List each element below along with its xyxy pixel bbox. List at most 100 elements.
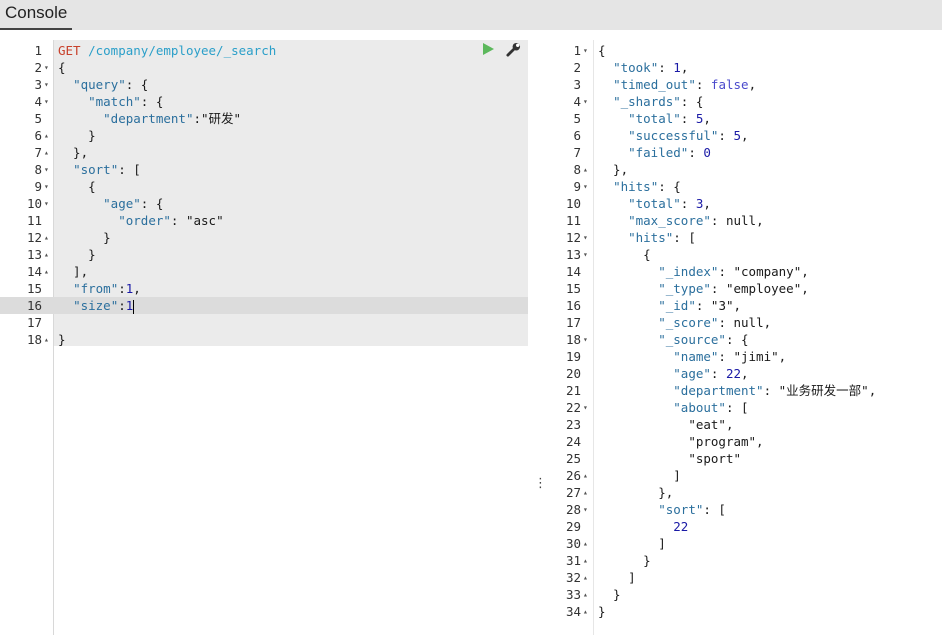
response-line[interactable]: 32 ▴ ] xyxy=(544,569,942,586)
request-line[interactable]: 5 "department":"研发" xyxy=(0,110,528,127)
request-line[interactable]: 1 GET /company/employee/_search xyxy=(0,42,528,59)
response-line[interactable]: 3 "timed_out": false, xyxy=(544,76,942,93)
fold-down-icon[interactable]: ▾ xyxy=(44,195,54,212)
fold-down-icon[interactable]: ▾ xyxy=(583,399,593,416)
request-line[interactable]: 15 "from":1, xyxy=(0,280,528,297)
response-line[interactable]: 28 ▾ "sort": [ xyxy=(544,501,942,518)
code-text: "timed_out": false, xyxy=(613,77,757,92)
response-line[interactable]: 25 "sport" xyxy=(544,450,942,467)
fold-up-icon[interactable]: ▴ xyxy=(583,161,593,178)
request-line[interactable]: 12 ▴ } xyxy=(0,229,528,246)
fold-up-icon[interactable]: ▴ xyxy=(583,467,593,484)
line-number: 12 xyxy=(26,230,42,245)
line-number: 20 xyxy=(565,366,581,381)
request-line[interactable]: 9 ▾ { xyxy=(0,178,528,195)
fold-up-icon[interactable]: ▴ xyxy=(583,552,593,569)
fold-up-icon[interactable]: ▴ xyxy=(44,246,54,263)
response-line[interactable]: 16 "_id": "3", xyxy=(544,297,942,314)
response-line[interactable]: 9 ▾ "hits": { xyxy=(544,178,942,195)
code-text: "total": 3, xyxy=(628,196,711,211)
response-line[interactable]: 15 "_type": "employee", xyxy=(544,280,942,297)
response-line[interactable]: 20 "age": 22, xyxy=(544,365,942,382)
response-line[interactable]: 27 ▴ }, xyxy=(544,484,942,501)
request-editor[interactable]: 1 GET /company/employee/_search 2 ▾{3 ▾ "que… xyxy=(0,40,528,635)
response-line[interactable]: 5 "total": 5, xyxy=(544,110,942,127)
fold-down-icon[interactable]: ▾ xyxy=(583,42,593,59)
fold-down-icon[interactable]: ▾ xyxy=(44,161,54,178)
request-line[interactable]: 13 ▴ } xyxy=(0,246,528,263)
fold-up-icon[interactable]: ▴ xyxy=(583,484,593,501)
code-text: "sort": [ xyxy=(73,162,141,177)
fold-up-icon[interactable]: ▴ xyxy=(583,603,593,620)
response-line[interactable]: 14 "_index": "company", xyxy=(544,263,942,280)
fold-down-icon[interactable]: ▾ xyxy=(583,501,593,518)
response-line[interactable]: 4 ▾ "_shards": { xyxy=(544,93,942,110)
request-line[interactable]: 7 ▴ }, xyxy=(0,144,528,161)
code-text: ] xyxy=(598,570,636,585)
response-line[interactable]: 33 ▴ } xyxy=(544,586,942,603)
fold-down-icon[interactable]: ▾ xyxy=(583,331,593,348)
response-line[interactable]: 10 "total": 3, xyxy=(544,195,942,212)
play-icon[interactable] xyxy=(481,42,495,56)
response-line[interactable]: 30 ▴ ] xyxy=(544,535,942,552)
request-line[interactable]: 18 ▴} xyxy=(0,331,528,348)
response-line[interactable]: 7 "failed": 0 xyxy=(544,144,942,161)
code-text: } xyxy=(58,128,96,143)
request-line[interactable]: 17 xyxy=(0,314,528,331)
fold-down-icon[interactable]: ▾ xyxy=(44,76,54,93)
fold-down-icon[interactable]: ▾ xyxy=(44,93,54,110)
response-line[interactable]: 23 "eat", xyxy=(544,416,942,433)
response-line[interactable]: 34 ▴} xyxy=(544,603,942,620)
fold-down-icon[interactable]: ▾ xyxy=(583,178,593,195)
response-line[interactable]: 19 "name": "jimi", xyxy=(544,348,942,365)
request-line[interactable]: 14 ▴ ], xyxy=(0,263,528,280)
response-line[interactable]: 26 ▴ ] xyxy=(544,467,942,484)
line-number: 18 xyxy=(26,332,42,347)
response-line[interactable]: 31 ▴ } xyxy=(544,552,942,569)
request-line[interactable]: 16 "size":1 xyxy=(0,297,528,314)
response-line[interactable]: 21 "department": "业务研发一部", xyxy=(544,382,942,399)
fold-up-icon[interactable]: ▴ xyxy=(583,535,593,552)
text-cursor xyxy=(133,299,135,314)
fold-up-icon[interactable]: ▴ xyxy=(44,263,54,280)
fold-down-icon[interactable]: ▾ xyxy=(583,246,593,263)
request-line[interactable]: 6 ▴ } xyxy=(0,127,528,144)
request-line[interactable]: 10 ▾ "age": { xyxy=(0,195,528,212)
fold-down-icon[interactable]: ▾ xyxy=(583,93,593,110)
response-line[interactable]: 2 "took": 1, xyxy=(544,59,942,76)
request-line[interactable]: 2 ▾ { xyxy=(0,59,528,76)
fold-up-icon[interactable]: ▴ xyxy=(44,331,54,348)
fold-down-icon[interactable]: ▾ xyxy=(583,229,593,246)
response-line[interactable]: 13 ▾ { xyxy=(544,246,942,263)
fold-up-icon[interactable]: ▴ xyxy=(44,144,54,161)
response-line[interactable]: 1 ▾ { xyxy=(544,42,942,59)
response-line[interactable]: 17 "_score": null, xyxy=(544,314,942,331)
wrench-icon[interactable] xyxy=(506,42,521,57)
fold-down-icon[interactable]: ▾ xyxy=(44,178,54,195)
fold-up-icon[interactable]: ▴ xyxy=(44,229,54,246)
response-line[interactable]: 22 ▾ "about": [ xyxy=(544,399,942,416)
response-line[interactable]: 12 ▾ "hits": [ xyxy=(544,229,942,246)
fold-down-icon[interactable]: ▾ xyxy=(44,59,54,76)
fold-up-icon[interactable]: ▴ xyxy=(44,127,54,144)
fold-up-icon[interactable]: ▴ xyxy=(583,586,593,603)
fold-up-icon[interactable]: ▴ xyxy=(583,569,593,586)
code-text: "department":"研发" xyxy=(103,111,242,126)
request-line[interactable]: 11 "order": "asc" xyxy=(0,212,528,229)
line-number: 21 xyxy=(565,383,581,398)
response-line[interactable]: 24 "program", xyxy=(544,433,942,450)
request-line[interactable]: 4 ▾ "match": { xyxy=(0,93,528,110)
response-line[interactable]: 8 ▴ }, xyxy=(544,161,942,178)
request-line[interactable]: 3 ▾ "query": { xyxy=(0,76,528,93)
line-number: 3 xyxy=(34,77,42,92)
response-line[interactable]: 6 "successful": 5, xyxy=(544,127,942,144)
response-viewer[interactable]: 1 ▾{2 "took": 1, 3 "timed_out": false, 4 ▾ "… xyxy=(544,40,942,635)
response-line[interactable]: 11 "max_score": null, xyxy=(544,212,942,229)
pane-divider[interactable] xyxy=(528,30,544,635)
response-line[interactable]: 29 22 xyxy=(544,518,942,535)
request-line[interactable]: 8 ▾ "sort": [ xyxy=(0,161,528,178)
tab-console[interactable]: Console xyxy=(0,0,73,30)
line-number: 4 xyxy=(34,94,42,109)
code-text: } xyxy=(58,247,96,262)
response-line[interactable]: 18 ▾ "_source": { xyxy=(544,331,942,348)
